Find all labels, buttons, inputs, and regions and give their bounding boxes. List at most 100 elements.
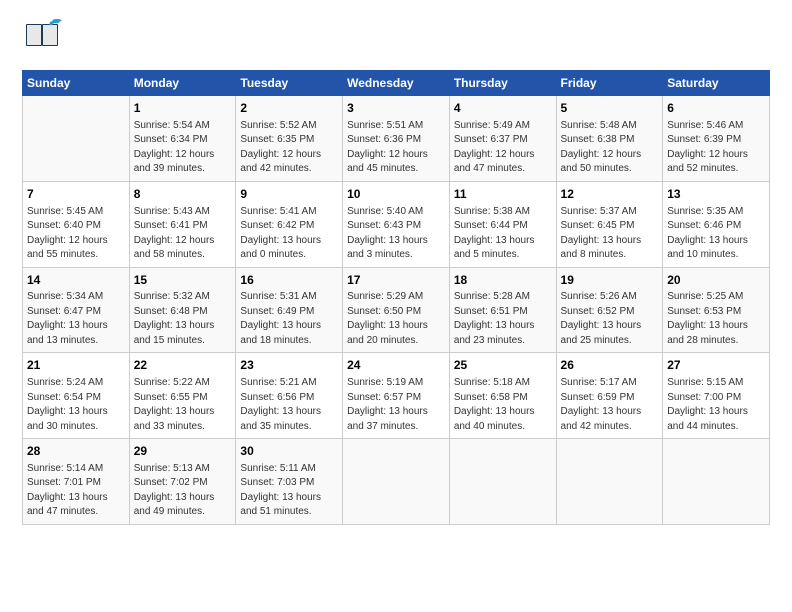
day-number: 22 [134, 357, 232, 374]
day-info: Sunrise: 5:49 AM Sunset: 6:37 PM Dayligh… [454, 119, 552, 177]
day-cell: 18Sunrise: 5:28 AM Sunset: 6:51 PM Dayli… [449, 267, 556, 353]
page: SundayMondayTuesdayWednesdayThursdayFrid… [0, 0, 792, 537]
day-number: 9 [240, 186, 338, 203]
day-number: 25 [454, 357, 552, 374]
day-info: Sunrise: 5:43 AM Sunset: 6:41 PM Dayligh… [134, 205, 232, 263]
day-info: Sunrise: 5:32 AM Sunset: 6:48 PM Dayligh… [134, 290, 232, 348]
header [22, 18, 770, 60]
day-cell: 16Sunrise: 5:31 AM Sunset: 6:49 PM Dayli… [236, 267, 343, 353]
day-cell: 14Sunrise: 5:34 AM Sunset: 6:47 PM Dayli… [23, 267, 130, 353]
day-number: 11 [454, 186, 552, 203]
weekday-header-thursday: Thursday [449, 71, 556, 96]
day-cell: 21Sunrise: 5:24 AM Sunset: 6:54 PM Dayli… [23, 353, 130, 439]
day-number: 10 [347, 186, 445, 203]
day-number: 7 [27, 186, 125, 203]
day-number: 23 [240, 357, 338, 374]
day-info: Sunrise: 5:46 AM Sunset: 6:39 PM Dayligh… [667, 119, 765, 177]
day-cell: 23 Sunrise: 5:21 AM Sunset: 6:56 PM Dayli… [236, 353, 343, 439]
day-number: 4 [454, 100, 552, 117]
day-cell: 17Sunrise: 5:29 AM Sunset: 6:50 PM Dayli… [343, 267, 450, 353]
day-cell: 25Sunrise: 5:18 AM Sunset: 6:58 PM Dayli… [449, 353, 556, 439]
day-info: Sunrise: 5:29 AM Sunset: 6:50 PM Dayligh… [347, 290, 445, 348]
weekday-header-sunday: Sunday [23, 71, 130, 96]
day-number: 30 [240, 443, 338, 460]
day-info: Sunrise: 5:54 AM Sunset: 6:34 PM Dayligh… [134, 119, 232, 177]
day-info: Sunrise: 5:51 AM Sunset: 6:36 PM Dayligh… [347, 119, 445, 177]
day-number: 14 [27, 272, 125, 289]
day-info: Sunrise: 5:38 AM Sunset: 6:44 PM Dayligh… [454, 205, 552, 263]
week-row-2: 7 Sunrise: 5:45 AM Sunset: 6:40 PM Daylig… [23, 181, 770, 267]
day-cell [449, 439, 556, 525]
day-cell: 27 Sunrise: 5:15 AM Sunset: 7:00 PM Dayli… [663, 353, 770, 439]
day-info: Sunrise: 5:40 AM Sunset: 6:43 PM Dayligh… [347, 205, 445, 263]
day-cell: 3 Sunrise: 5:51 AM Sunset: 6:36 PM Daylig… [343, 96, 450, 182]
day-number: 8 [134, 186, 232, 203]
logo-icon [22, 18, 64, 60]
day-cell: 6Sunrise: 5:46 AM Sunset: 6:39 PM Daylig… [663, 96, 770, 182]
day-info: Sunrise: 5:35 AM Sunset: 6:46 PM Dayligh… [667, 205, 765, 263]
day-cell: 12 Sunrise: 5:37 AM Sunset: 6:45 PM Dayli… [556, 181, 663, 267]
day-info: Sunrise: 5:11 AM Sunset: 7:03 PM Dayligh… [240, 462, 338, 520]
day-number: 5 [561, 100, 659, 117]
day-info: Sunrise: 5:41 AM Sunset: 6:42 PM Dayligh… [240, 205, 338, 263]
day-number: 19 [561, 272, 659, 289]
day-cell: 22Sunrise: 5:22 AM Sunset: 6:55 PM Dayli… [129, 353, 236, 439]
day-number: 29 [134, 443, 232, 460]
day-number: 27 [667, 357, 765, 374]
day-number: 20 [667, 272, 765, 289]
day-number: 21 [27, 357, 125, 374]
day-number: 2 [240, 100, 338, 117]
day-cell: 28 Sunrise: 5:14 AM Sunset: 7:01 PM Dayli… [23, 439, 130, 525]
day-info: Sunrise: 5:15 AM Sunset: 7:00 PM Dayligh… [667, 376, 765, 434]
day-number: 12 [561, 186, 659, 203]
week-row-1: 1 Sunrise: 5:54 AM Sunset: 6:34 PM Daylig… [23, 96, 770, 182]
day-cell [663, 439, 770, 525]
day-info: Sunrise: 5:52 AM Sunset: 6:35 PM Dayligh… [240, 119, 338, 177]
day-number: 13 [667, 186, 765, 203]
week-row-5: 28 Sunrise: 5:14 AM Sunset: 7:01 PM Dayli… [23, 439, 770, 525]
day-number: 17 [347, 272, 445, 289]
day-cell: 7 Sunrise: 5:45 AM Sunset: 6:40 PM Daylig… [23, 181, 130, 267]
day-info: Sunrise: 5:19 AM Sunset: 6:57 PM Dayligh… [347, 376, 445, 434]
day-cell [343, 439, 450, 525]
day-info: Sunrise: 5:21 AM Sunset: 6:56 PM Dayligh… [240, 376, 338, 434]
day-info: Sunrise: 5:34 AM Sunset: 6:47 PM Dayligh… [27, 290, 125, 348]
week-row-4: 21Sunrise: 5:24 AM Sunset: 6:54 PM Dayli… [23, 353, 770, 439]
weekday-header-wednesday: Wednesday [343, 71, 450, 96]
weekday-header-friday: Friday [556, 71, 663, 96]
day-number: 28 [27, 443, 125, 460]
day-info: Sunrise: 5:14 AM Sunset: 7:01 PM Dayligh… [27, 462, 125, 520]
day-cell: 13 Sunrise: 5:35 AM Sunset: 6:46 PM Dayli… [663, 181, 770, 267]
day-cell [23, 96, 130, 182]
day-info: Sunrise: 5:45 AM Sunset: 6:40 PM Dayligh… [27, 205, 125, 263]
weekday-header-tuesday: Tuesday [236, 71, 343, 96]
day-number: 26 [561, 357, 659, 374]
day-cell: 20Sunrise: 5:25 AM Sunset: 6:53 PM Dayli… [663, 267, 770, 353]
day-cell: 19Sunrise: 5:26 AM Sunset: 6:52 PM Dayli… [556, 267, 663, 353]
day-cell: 29 Sunrise: 5:13 AM Sunset: 7:02 PM Dayli… [129, 439, 236, 525]
day-cell [556, 439, 663, 525]
day-info: Sunrise: 5:28 AM Sunset: 6:51 PM Dayligh… [454, 290, 552, 348]
day-cell: 9 Sunrise: 5:41 AM Sunset: 6:42 PM Daylig… [236, 181, 343, 267]
day-info: Sunrise: 5:17 AM Sunset: 6:59 PM Dayligh… [561, 376, 659, 434]
day-cell: 4 Sunrise: 5:49 AM Sunset: 6:37 PM Daylig… [449, 96, 556, 182]
day-cell: 5Sunrise: 5:48 AM Sunset: 6:38 PM Daylig… [556, 96, 663, 182]
day-cell: 26 Sunrise: 5:17 AM Sunset: 6:59 PM Dayli… [556, 353, 663, 439]
day-cell: 11 Sunrise: 5:38 AM Sunset: 6:44 PM Dayli… [449, 181, 556, 267]
day-number: 15 [134, 272, 232, 289]
day-cell: 15Sunrise: 5:32 AM Sunset: 6:48 PM Dayli… [129, 267, 236, 353]
week-row-3: 14Sunrise: 5:34 AM Sunset: 6:47 PM Dayli… [23, 267, 770, 353]
day-info: Sunrise: 5:37 AM Sunset: 6:45 PM Dayligh… [561, 205, 659, 263]
day-info: Sunrise: 5:31 AM Sunset: 6:49 PM Dayligh… [240, 290, 338, 348]
day-number: 1 [134, 100, 232, 117]
calendar-table: SundayMondayTuesdayWednesdayThursdayFrid… [22, 70, 770, 525]
day-number: 3 [347, 100, 445, 117]
day-number: 24 [347, 357, 445, 374]
day-cell: 1 Sunrise: 5:54 AM Sunset: 6:34 PM Daylig… [129, 96, 236, 182]
day-info: Sunrise: 5:26 AM Sunset: 6:52 PM Dayligh… [561, 290, 659, 348]
logo [22, 18, 66, 60]
day-number: 16 [240, 272, 338, 289]
day-info: Sunrise: 5:13 AM Sunset: 7:02 PM Dayligh… [134, 462, 232, 520]
weekday-header-saturday: Saturday [663, 71, 770, 96]
day-cell: 2 Sunrise: 5:52 AM Sunset: 6:35 PM Daylig… [236, 96, 343, 182]
